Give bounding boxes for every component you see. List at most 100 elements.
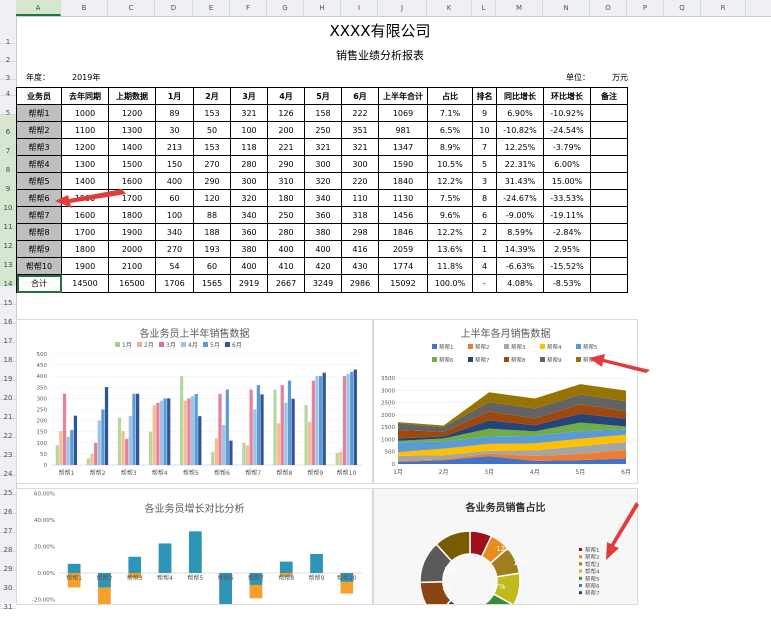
table-cell[interactable]: 14.39% — [496, 240, 544, 258]
row-header-18[interactable]: 18 — [0, 343, 16, 364]
table-cell[interactable]: -19.11% — [543, 206, 591, 224]
row-header-4[interactable]: 4 — [0, 80, 16, 98]
table-cell[interactable]: 150 — [155, 155, 194, 173]
column-header-b[interactable]: B — [61, 0, 108, 16]
table-cell[interactable] — [590, 121, 628, 139]
table-cell[interactable]: 11.8% — [427, 257, 473, 275]
header-cell[interactable]: 4月 — [267, 87, 305, 105]
table-cell[interactable]: 9 — [472, 104, 497, 122]
table-cell[interactable]: 6 — [472, 206, 497, 224]
table-cell[interactable]: 2000 — [108, 240, 156, 258]
table-cell[interactable]: 89 — [155, 104, 194, 122]
table-cell[interactable]: 1700 — [61, 223, 109, 241]
table-cell[interactable]: 360 — [304, 206, 342, 224]
table-cell[interactable]: 1130 — [378, 189, 428, 207]
row-header-13[interactable]: 13 — [0, 248, 16, 269]
table-cell[interactable]: 5 — [472, 155, 497, 173]
table-cell[interactable]: 416 — [341, 240, 379, 258]
row-header-30[interactable]: 30 — [0, 571, 16, 592]
table-cell[interactable]: 380 — [304, 223, 342, 241]
header-cell[interactable]: 占比 — [427, 87, 473, 105]
table-cell[interactable]: 1000 — [61, 104, 109, 122]
column-header-j[interactable]: J — [378, 0, 427, 16]
table-cell[interactable]: 12.2% — [427, 172, 473, 190]
table-cell[interactable]: 340 — [155, 223, 194, 241]
table-cell[interactable]: -10.92% — [543, 104, 591, 122]
table-cell[interactable]: 158 — [304, 104, 342, 122]
column-header-l[interactable]: L — [472, 0, 496, 16]
table-cell[interactable]: 400 — [230, 257, 268, 275]
row-header-27[interactable]: 27 — [0, 514, 16, 535]
row-header-11[interactable]: 11 — [0, 210, 16, 231]
header-cell[interactable]: 上半年合计 — [378, 87, 428, 105]
table-cell[interactable] — [590, 189, 628, 207]
header-cell[interactable]: 1月 — [155, 87, 194, 105]
total-cell[interactable]: 2919 — [230, 274, 268, 293]
table-cell[interactable]: 300 — [341, 155, 379, 173]
row-header-14[interactable]: 14 — [0, 267, 16, 288]
table-cell[interactable]: 帮帮3 — [16, 138, 62, 156]
column-header-f[interactable]: F — [230, 0, 267, 16]
header-cell[interactable]: 6月 — [341, 87, 379, 105]
table-cell[interactable]: 3 — [472, 172, 497, 190]
row-header-12[interactable]: 12 — [0, 229, 16, 250]
total-cell[interactable]: 2667 — [267, 274, 305, 293]
total-cell[interactable]: 14500 — [61, 274, 109, 293]
table-cell[interactable]: 1100 — [61, 121, 109, 139]
table-cell[interactable]: 帮帮8 — [16, 223, 62, 241]
table-cell[interactable]: 1 — [472, 240, 497, 258]
table-cell[interactable]: 310 — [267, 172, 305, 190]
table-cell[interactable]: 400 — [155, 172, 194, 190]
area-chart-panel[interactable]: 上半年各月销售数据 帮帮1 帮帮2 帮帮3 帮帮4 帮帮5 帮帮6 帮帮7 帮帮8 帮帮9 帮帮1… — [373, 319, 638, 484]
table-cell[interactable]: 帮帮1 — [16, 104, 62, 122]
header-cell[interactable]: 同比增长 — [496, 87, 544, 105]
row-header-17[interactable]: 17 — [0, 324, 16, 345]
header-cell[interactable]: 排名 — [472, 87, 497, 105]
column-header-q[interactable]: Q — [664, 0, 701, 16]
column-header-e[interactable]: E — [193, 0, 230, 16]
row-header-31[interactable]: 31 — [0, 590, 16, 611]
table-cell[interactable]: 430 — [341, 257, 379, 275]
header-cell[interactable]: 备注 — [590, 87, 628, 105]
bar-chart-panel[interactable]: 各业务员上半年销售数据 1月 2月 3月 4月 5月 6月 0 50 100 150 200 250 3… — [16, 319, 373, 484]
column-header-i[interactable]: I — [341, 0, 378, 16]
table-cell[interactable]: 270 — [193, 155, 231, 173]
table-cell[interactable]: 15.00% — [543, 172, 591, 190]
table-cell[interactable]: 126 — [267, 104, 305, 122]
table-cell[interactable]: -2.84% — [543, 223, 591, 241]
table-cell[interactable]: 7.5% — [427, 189, 473, 207]
header-cell[interactable]: 环比增长 — [543, 87, 591, 105]
table-cell[interactable]: 290 — [267, 155, 305, 173]
table-cell[interactable]: 318 — [341, 206, 379, 224]
total-cell[interactable]: -8.53% — [543, 274, 591, 293]
row-header-25[interactable]: 25 — [0, 476, 16, 497]
table-cell[interactable]: 9.6% — [427, 206, 473, 224]
table-cell[interactable]: 帮帮2 — [16, 121, 62, 139]
table-cell[interactable] — [590, 206, 628, 224]
table-cell[interactable]: 1774 — [378, 257, 428, 275]
table-cell[interactable]: 12.2% — [427, 223, 473, 241]
table-cell[interactable]: -24.54% — [543, 121, 591, 139]
pie-chart-panel[interactable]: 各业务员销售占比 12% 12% 7% 10% 7% 帮帮1 帮帮2 帮帮3 帮帮4 帮帮5 帮帮6… — [373, 488, 638, 605]
table-cell[interactable]: 8.59% — [496, 223, 544, 241]
table-cell[interactable]: 88 — [193, 206, 231, 224]
column-header-r[interactable]: R — [701, 0, 746, 16]
row-header-9[interactable]: 9 — [0, 172, 16, 193]
row-header-24[interactable]: 24 — [0, 457, 16, 478]
table-cell[interactable]: 8 — [472, 189, 497, 207]
table-cell[interactable]: 1846 — [378, 223, 428, 241]
total-cell[interactable]: 4.08% — [496, 274, 544, 293]
table-cell[interactable]: 1590 — [378, 155, 428, 173]
column-header-h[interactable]: H — [304, 0, 341, 16]
row-header-29[interactable]: 29 — [0, 552, 16, 573]
table-cell[interactable]: 1900 — [61, 257, 109, 275]
table-cell[interactable]: 351 — [341, 121, 379, 139]
table-cell[interactable]: 981 — [378, 121, 428, 139]
table-cell[interactable]: 1200 — [108, 104, 156, 122]
table-cell[interactable]: 60 — [193, 257, 231, 275]
row-header-8[interactable]: 8 — [0, 153, 16, 174]
table-cell[interactable]: -15.52% — [543, 257, 591, 275]
table-cell[interactable]: 118 — [230, 138, 268, 156]
column-header-o[interactable]: O — [590, 0, 627, 16]
column-header-p[interactable]: P — [627, 0, 664, 16]
